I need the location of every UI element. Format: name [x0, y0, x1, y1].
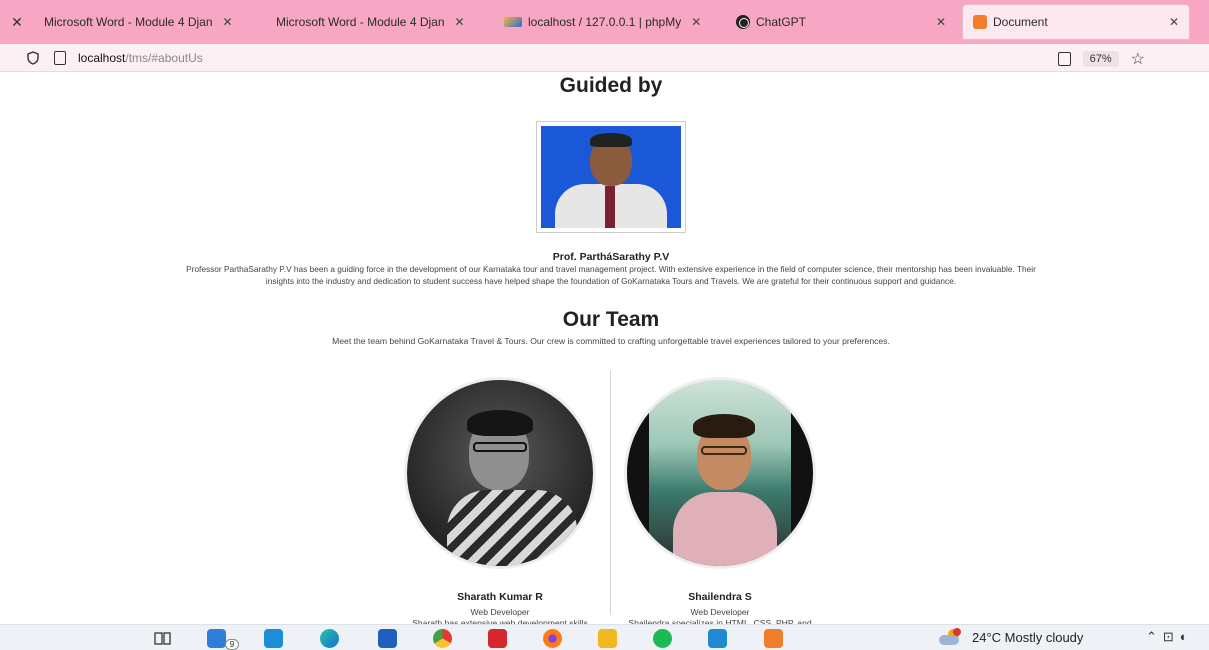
xampp-icon: [973, 15, 987, 29]
tab-label: localhost / 127.0.0.1 | phpMy: [528, 15, 682, 29]
l-app-icon[interactable]: [264, 629, 283, 648]
member-name: Shailendra S: [688, 591, 752, 603]
tab-word-module-4-a[interactable]: Microsoft Word - Module 4 Djan ✕: [34, 6, 266, 38]
spotify-icon[interactable]: [653, 629, 672, 648]
tab-label: Document: [993, 15, 1048, 29]
system-tray-icons[interactable]: ⌃⊡◐: [1146, 629, 1194, 645]
url-path: /tms/#aboutUs: [125, 50, 203, 65]
tab-label: Microsoft Word - Module 4 Djan: [44, 15, 213, 29]
zoom-level-badge[interactable]: 67%: [1082, 51, 1119, 67]
chrome-icon[interactable]: [433, 629, 452, 648]
member-name: Sharath Kumar R: [457, 591, 543, 603]
tab-phpmyadmin[interactable]: localhost / 127.0.0.1 | phpMy ✕: [494, 6, 726, 38]
address-bar: localhost/tms/#aboutUs 67% ☆: [0, 44, 1209, 72]
edge-icon[interactable]: [320, 629, 339, 648]
tab-word-module-4-b[interactable]: Microsoft Word - Module 4 Djan ✕: [266, 6, 494, 38]
close-icon[interactable]: ✕: [691, 15, 701, 29]
mail-icon[interactable]: [207, 629, 226, 648]
mcafee-icon[interactable]: [488, 629, 507, 648]
member-role: Web Developer: [690, 607, 750, 617]
guided-by-heading: Guided by: [559, 74, 663, 97]
page-icon[interactable]: [54, 50, 66, 65]
weather-icon[interactable]: [939, 628, 961, 646]
xampp-icon[interactable]: [764, 629, 783, 648]
weather-text[interactable]: 24°C Mostly cloudy: [972, 630, 1083, 645]
guide-photo: [536, 121, 686, 233]
chatgpt-icon: [736, 15, 750, 29]
guide-name: Prof. PartháSarathy P.V: [552, 251, 670, 263]
store-icon[interactable]: [378, 629, 397, 648]
close-icon[interactable]: ✕: [0, 14, 34, 31]
mail-badge: 9: [225, 639, 239, 650]
browser-tab-strip: ✕ Microsoft Word - Module 4 Djan ✕ Micro…: [0, 0, 1209, 44]
firefox-icon[interactable]: [543, 629, 562, 648]
reader-view-icon[interactable]: [1057, 52, 1071, 66]
our-team-heading: Our Team: [562, 308, 660, 331]
tab-label: ChatGPT: [756, 15, 807, 29]
about-us-section: Guided by Prof. PartháSarathy P.V Profes…: [0, 72, 1209, 650]
shield-icon[interactable]: [26, 50, 40, 65]
windows-taskbar: 9 24°C Mostly cloudy ⌃⊡◐: [0, 624, 1209, 650]
close-icon[interactable]: ✕: [455, 15, 465, 29]
vscode-icon[interactable]: [708, 629, 727, 648]
tab-document-active[interactable]: Document ✕: [962, 4, 1190, 40]
tab-chatgpt[interactable]: ChatGPT ✕: [726, 6, 956, 38]
avatar: [404, 377, 596, 569]
team-member-card: Sharath Kumar R Web Developer Sharath ha…: [402, 377, 598, 650]
file-explorer-icon[interactable]: [598, 629, 617, 648]
bookmark-star-icon[interactable]: ☆: [1131, 49, 1145, 69]
phpmyadmin-icon: [504, 17, 522, 27]
avatar: [624, 377, 816, 569]
url-host: localhost: [78, 50, 126, 65]
member-role: Web Developer: [470, 607, 530, 617]
close-icon[interactable]: ✕: [223, 15, 233, 29]
guide-description: Professor ParthaSarathy P.V has been a g…: [186, 264, 1036, 286]
close-icon[interactable]: ✕: [936, 15, 946, 29]
tab-label: Microsoft Word - Module 4 Djan: [276, 15, 445, 29]
url-field[interactable]: localhost/tms/#aboutUs: [78, 51, 203, 65]
task-view-icon[interactable]: [153, 629, 172, 648]
team-divider: [610, 370, 611, 615]
team-intro: Meet the team behind GoKarnataka Travel …: [332, 336, 890, 346]
team-member-card: Shailendra S Web Developer Shailendra sp…: [622, 377, 818, 650]
close-icon[interactable]: ✕: [1169, 15, 1179, 29]
